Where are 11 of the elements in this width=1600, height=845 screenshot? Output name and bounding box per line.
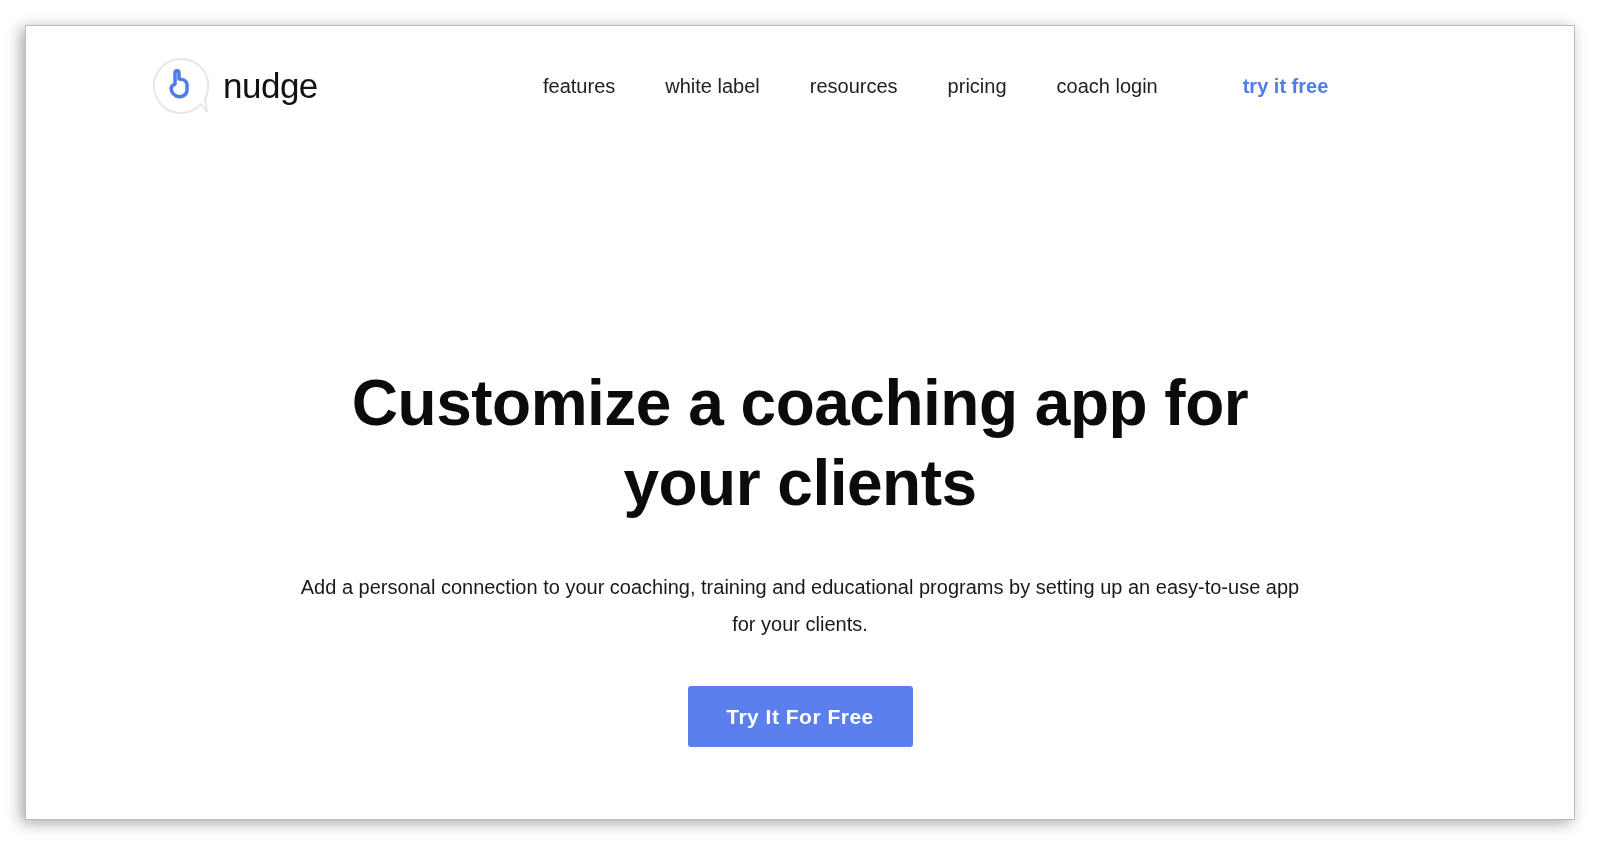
nav-link[interactable]: coach login bbox=[1056, 74, 1158, 98]
nav-link[interactable]: features bbox=[543, 74, 616, 98]
try-free-button[interactable]: Try It For Free bbox=[687, 686, 913, 747]
logo-text: nudge bbox=[223, 66, 318, 106]
nav-link[interactable]: pricing bbox=[947, 74, 1007, 98]
try-free-link[interactable]: try it free bbox=[1242, 74, 1329, 98]
nav-link[interactable]: white label bbox=[665, 74, 760, 98]
logo-icon bbox=[151, 56, 211, 116]
hero-heading: Customize a coaching app for your clients bbox=[350, 366, 1250, 521]
nav-link[interactable]: resources bbox=[809, 74, 898, 98]
hero-description: Add a personal connection to your coaching, training and educational programs by setting up an easy-to-use app for your clients. bbox=[300, 575, 1300, 637]
